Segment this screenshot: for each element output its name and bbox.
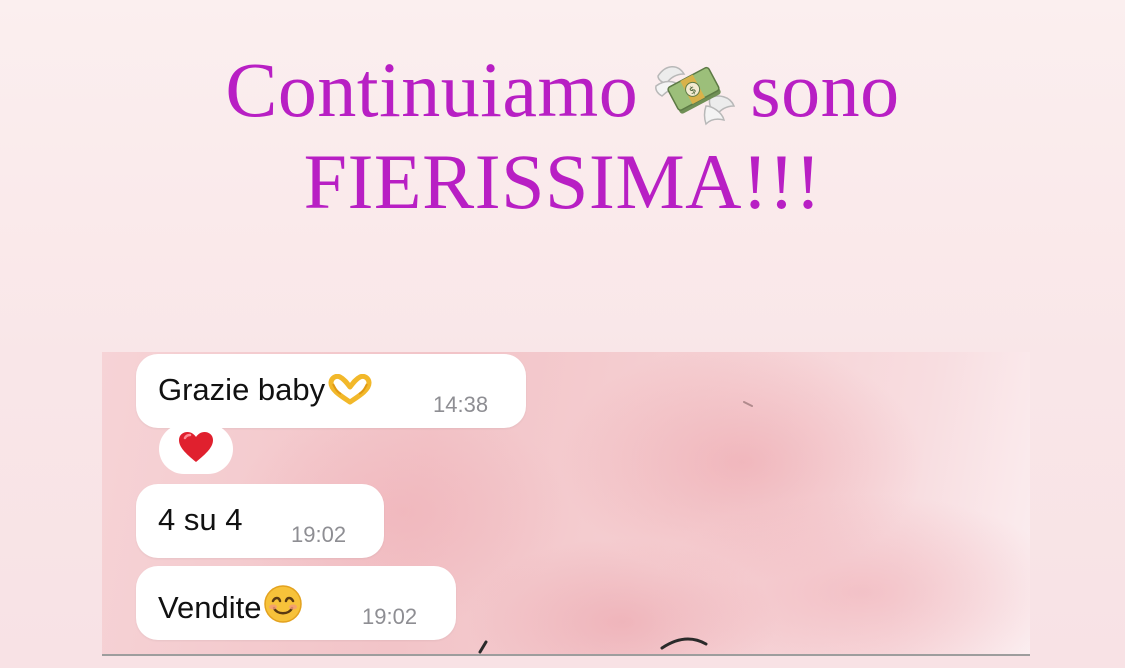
money-with-wings-icon: $ (652, 54, 736, 126)
caption-word-continuiamo: Continuiamo (225, 46, 639, 133)
message-text: Grazie baby (158, 372, 326, 407)
message-text: Vendite (158, 590, 262, 625)
red-heart-icon (177, 430, 215, 469)
caption-word-sono: sono (750, 46, 900, 133)
message-reaction[interactable] (159, 424, 233, 474)
chat-message[interactable]: Grazie baby 14:38 (136, 354, 526, 428)
story-caption: Continuiamo $ sono FIERISSIMA!!! (0, 44, 1125, 228)
message-time: 14:38 (433, 392, 489, 417)
caption-line-1: Continuiamo $ sono (0, 44, 1125, 136)
caption-line-2: FIERISSIMA!!! (303, 138, 822, 225)
message-text: 4 su 4 (158, 502, 243, 537)
screenshot-bottom-edge (102, 654, 1030, 656)
chat-message[interactable]: 4 su 4 19:02 (136, 484, 384, 558)
chat-screenshot: Grazie baby 14:38 4 su 4 19:02 Vendite 1… (102, 352, 1030, 656)
message-time: 19:02 (362, 604, 418, 629)
message-time: 19:02 (291, 522, 347, 547)
chat-message[interactable]: Vendite 19:02 (136, 566, 456, 640)
heart-hands-icon (327, 373, 373, 414)
smiling-face-icon (263, 584, 303, 632)
